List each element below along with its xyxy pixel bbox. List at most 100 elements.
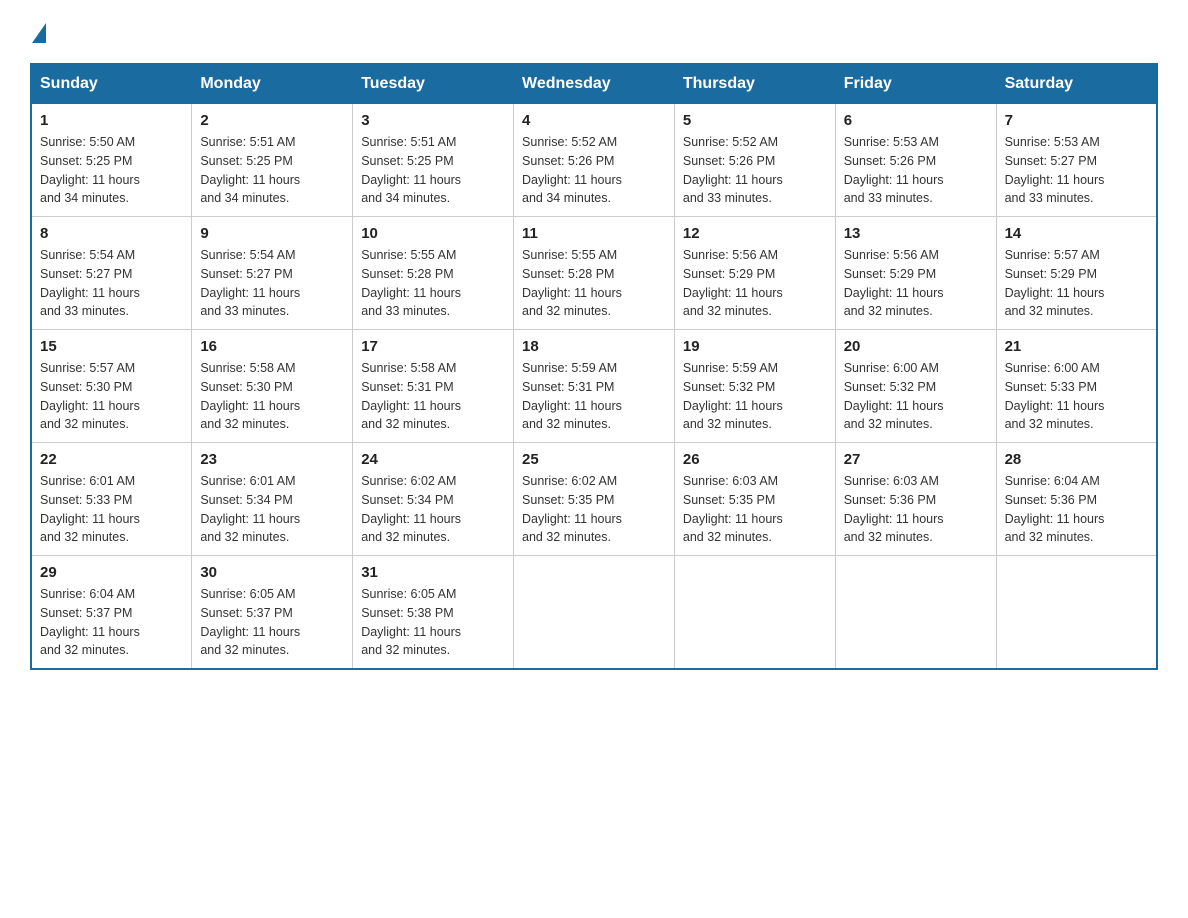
- day-number: 18: [522, 338, 666, 355]
- calendar-cell: 23 Sunrise: 6:01 AM Sunset: 5:34 PM Dayl…: [192, 443, 353, 556]
- calendar-cell: 13 Sunrise: 5:56 AM Sunset: 5:29 PM Dayl…: [835, 217, 996, 330]
- header-tuesday: Tuesday: [353, 64, 514, 104]
- calendar-cell: 25 Sunrise: 6:02 AM Sunset: 5:35 PM Dayl…: [514, 443, 675, 556]
- calendar-week-1: 1 Sunrise: 5:50 AM Sunset: 5:25 PM Dayli…: [31, 104, 1157, 217]
- calendar-cell: 12 Sunrise: 5:56 AM Sunset: 5:29 PM Dayl…: [674, 217, 835, 330]
- header-saturday: Saturday: [996, 64, 1157, 104]
- calendar-cell: [514, 556, 675, 670]
- day-number: 24: [361, 451, 505, 468]
- day-info: Sunrise: 6:00 AM Sunset: 5:32 PM Dayligh…: [844, 359, 988, 434]
- calendar-cell: [996, 556, 1157, 670]
- day-info: Sunrise: 6:00 AM Sunset: 5:33 PM Dayligh…: [1005, 359, 1148, 434]
- day-info: Sunrise: 6:05 AM Sunset: 5:37 PM Dayligh…: [200, 585, 344, 660]
- day-number: 16: [200, 338, 344, 355]
- calendar-cell: [674, 556, 835, 670]
- calendar-cell: 22 Sunrise: 6:01 AM Sunset: 5:33 PM Dayl…: [31, 443, 192, 556]
- day-info: Sunrise: 6:02 AM Sunset: 5:34 PM Dayligh…: [361, 472, 505, 547]
- day-number: 23: [200, 451, 344, 468]
- day-info: Sunrise: 6:04 AM Sunset: 5:37 PM Dayligh…: [40, 585, 183, 660]
- day-info: Sunrise: 5:57 AM Sunset: 5:30 PM Dayligh…: [40, 359, 183, 434]
- day-number: 2: [200, 112, 344, 129]
- day-number: 30: [200, 564, 344, 581]
- day-info: Sunrise: 5:52 AM Sunset: 5:26 PM Dayligh…: [683, 133, 827, 208]
- day-number: 5: [683, 112, 827, 129]
- day-info: Sunrise: 5:53 AM Sunset: 5:26 PM Dayligh…: [844, 133, 988, 208]
- calendar-cell: 27 Sunrise: 6:03 AM Sunset: 5:36 PM Dayl…: [835, 443, 996, 556]
- day-info: Sunrise: 5:54 AM Sunset: 5:27 PM Dayligh…: [40, 246, 183, 321]
- day-number: 12: [683, 225, 827, 242]
- calendar-cell: 1 Sunrise: 5:50 AM Sunset: 5:25 PM Dayli…: [31, 104, 192, 217]
- header-wednesday: Wednesday: [514, 64, 675, 104]
- day-number: 11: [522, 225, 666, 242]
- calendar-cell: 30 Sunrise: 6:05 AM Sunset: 5:37 PM Dayl…: [192, 556, 353, 670]
- day-number: 29: [40, 564, 183, 581]
- day-info: Sunrise: 5:50 AM Sunset: 5:25 PM Dayligh…: [40, 133, 183, 208]
- header-sunday: Sunday: [31, 64, 192, 104]
- day-info: Sunrise: 5:59 AM Sunset: 5:31 PM Dayligh…: [522, 359, 666, 434]
- day-info: Sunrise: 5:51 AM Sunset: 5:25 PM Dayligh…: [361, 133, 505, 208]
- day-number: 9: [200, 225, 344, 242]
- calendar-cell: 28 Sunrise: 6:04 AM Sunset: 5:36 PM Dayl…: [996, 443, 1157, 556]
- day-number: 17: [361, 338, 505, 355]
- calendar-week-2: 8 Sunrise: 5:54 AM Sunset: 5:27 PM Dayli…: [31, 217, 1157, 330]
- calendar-week-5: 29 Sunrise: 6:04 AM Sunset: 5:37 PM Dayl…: [31, 556, 1157, 670]
- day-info: Sunrise: 5:55 AM Sunset: 5:28 PM Dayligh…: [522, 246, 666, 321]
- day-number: 26: [683, 451, 827, 468]
- day-number: 6: [844, 112, 988, 129]
- header-monday: Monday: [192, 64, 353, 104]
- calendar-cell: 9 Sunrise: 5:54 AM Sunset: 5:27 PM Dayli…: [192, 217, 353, 330]
- day-info: Sunrise: 6:05 AM Sunset: 5:38 PM Dayligh…: [361, 585, 505, 660]
- header-friday: Friday: [835, 64, 996, 104]
- calendar-week-3: 15 Sunrise: 5:57 AM Sunset: 5:30 PM Dayl…: [31, 330, 1157, 443]
- calendar-cell: [835, 556, 996, 670]
- calendar-cell: 29 Sunrise: 6:04 AM Sunset: 5:37 PM Dayl…: [31, 556, 192, 670]
- day-number: 13: [844, 225, 988, 242]
- calendar-cell: 2 Sunrise: 5:51 AM Sunset: 5:25 PM Dayli…: [192, 104, 353, 217]
- day-info: Sunrise: 5:51 AM Sunset: 5:25 PM Dayligh…: [200, 133, 344, 208]
- calendar-cell: 10 Sunrise: 5:55 AM Sunset: 5:28 PM Dayl…: [353, 217, 514, 330]
- day-info: Sunrise: 5:54 AM Sunset: 5:27 PM Dayligh…: [200, 246, 344, 321]
- page-header: [30, 20, 1158, 43]
- day-number: 15: [40, 338, 183, 355]
- day-number: 19: [683, 338, 827, 355]
- calendar-cell: 18 Sunrise: 5:59 AM Sunset: 5:31 PM Dayl…: [514, 330, 675, 443]
- day-info: Sunrise: 5:58 AM Sunset: 5:30 PM Dayligh…: [200, 359, 344, 434]
- day-number: 21: [1005, 338, 1148, 355]
- day-info: Sunrise: 5:56 AM Sunset: 5:29 PM Dayligh…: [844, 246, 988, 321]
- day-info: Sunrise: 5:53 AM Sunset: 5:27 PM Dayligh…: [1005, 133, 1148, 208]
- calendar-cell: 14 Sunrise: 5:57 AM Sunset: 5:29 PM Dayl…: [996, 217, 1157, 330]
- calendar-week-4: 22 Sunrise: 6:01 AM Sunset: 5:33 PM Dayl…: [31, 443, 1157, 556]
- day-number: 31: [361, 564, 505, 581]
- calendar-cell: 11 Sunrise: 5:55 AM Sunset: 5:28 PM Dayl…: [514, 217, 675, 330]
- day-info: Sunrise: 5:56 AM Sunset: 5:29 PM Dayligh…: [683, 246, 827, 321]
- day-info: Sunrise: 5:55 AM Sunset: 5:28 PM Dayligh…: [361, 246, 505, 321]
- calendar-cell: 7 Sunrise: 5:53 AM Sunset: 5:27 PM Dayli…: [996, 104, 1157, 217]
- day-number: 25: [522, 451, 666, 468]
- day-info: Sunrise: 5:59 AM Sunset: 5:32 PM Dayligh…: [683, 359, 827, 434]
- calendar-cell: 31 Sunrise: 6:05 AM Sunset: 5:38 PM Dayl…: [353, 556, 514, 670]
- day-number: 1: [40, 112, 183, 129]
- calendar-cell: 4 Sunrise: 5:52 AM Sunset: 5:26 PM Dayli…: [514, 104, 675, 217]
- day-info: Sunrise: 6:01 AM Sunset: 5:33 PM Dayligh…: [40, 472, 183, 547]
- day-number: 4: [522, 112, 666, 129]
- day-info: Sunrise: 6:02 AM Sunset: 5:35 PM Dayligh…: [522, 472, 666, 547]
- day-number: 3: [361, 112, 505, 129]
- day-number: 28: [1005, 451, 1148, 468]
- calendar-table: SundayMondayTuesdayWednesdayThursdayFrid…: [30, 63, 1158, 670]
- calendar-cell: 17 Sunrise: 5:58 AM Sunset: 5:31 PM Dayl…: [353, 330, 514, 443]
- calendar-cell: 26 Sunrise: 6:03 AM Sunset: 5:35 PM Dayl…: [674, 443, 835, 556]
- logo-triangle-icon: [32, 23, 46, 43]
- calendar-cell: 5 Sunrise: 5:52 AM Sunset: 5:26 PM Dayli…: [674, 104, 835, 217]
- day-info: Sunrise: 6:04 AM Sunset: 5:36 PM Dayligh…: [1005, 472, 1148, 547]
- day-info: Sunrise: 6:03 AM Sunset: 5:36 PM Dayligh…: [844, 472, 988, 547]
- calendar-cell: 8 Sunrise: 5:54 AM Sunset: 5:27 PM Dayli…: [31, 217, 192, 330]
- day-number: 20: [844, 338, 988, 355]
- calendar-cell: 3 Sunrise: 5:51 AM Sunset: 5:25 PM Dayli…: [353, 104, 514, 217]
- day-info: Sunrise: 5:58 AM Sunset: 5:31 PM Dayligh…: [361, 359, 505, 434]
- header-thursday: Thursday: [674, 64, 835, 104]
- day-number: 10: [361, 225, 505, 242]
- calendar-cell: 15 Sunrise: 5:57 AM Sunset: 5:30 PM Dayl…: [31, 330, 192, 443]
- logo: [30, 20, 46, 43]
- calendar-cell: 20 Sunrise: 6:00 AM Sunset: 5:32 PM Dayl…: [835, 330, 996, 443]
- day-number: 7: [1005, 112, 1148, 129]
